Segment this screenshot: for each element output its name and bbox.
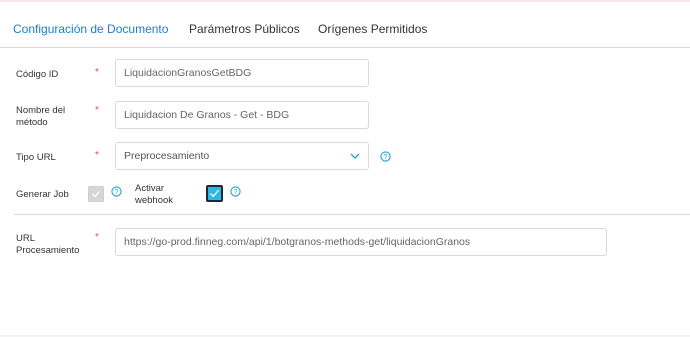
nombre-metodo-label-line2: método <box>16 117 48 128</box>
nombre-metodo-label-line1: Nombre del <box>16 105 66 116</box>
checkmark-icon <box>209 189 220 198</box>
top-accent-line <box>0 0 690 2</box>
tab-origenes-permitidos[interactable]: Orígenes Permitidos <box>318 22 427 36</box>
tab-bar: Configuración de Documento Parámetros Pú… <box>0 14 690 48</box>
tab-parametros-publicos[interactable]: Parámetros Públicos <box>189 22 300 36</box>
tipo-url-select[interactable]: Preprocesamiento <box>115 142 369 170</box>
chevron-down-icon <box>350 153 360 159</box>
tipo-url-help-icon[interactable]: ? <box>380 151 391 162</box>
nombre-metodo-input[interactable]: Liquidacion De Granos - Get - BDG <box>115 101 369 129</box>
required-mark: * <box>95 150 99 161</box>
tab-configuracion-documento[interactable]: Configuración de Documento <box>13 22 168 36</box>
generar-job-help-icon[interactable]: ? <box>111 186 122 197</box>
activar-webhook-label-line2: webhook <box>135 195 174 206</box>
generar-job-checkbox[interactable] <box>88 186 104 202</box>
generar-job-label: Generar Job <box>16 189 69 200</box>
url-procesamiento-label-line1: URL <box>16 233 36 244</box>
tipo-url-selected-value: Preprocesamiento <box>124 150 210 162</box>
required-mark: * <box>95 232 99 243</box>
svg-text:?: ? <box>234 189 238 196</box>
required-mark: * <box>95 67 99 78</box>
url-procesamiento-label-line2: Procesamiento <box>16 245 80 256</box>
activar-webhook-checkbox[interactable] <box>206 185 223 202</box>
svg-text:?: ? <box>115 189 119 196</box>
svg-text:?: ? <box>384 154 388 161</box>
codigo-id-label: Código ID <box>16 69 59 80</box>
required-mark: * <box>95 105 99 116</box>
activar-webhook-help-icon[interactable]: ? <box>230 186 241 197</box>
checkmark-icon <box>92 190 101 198</box>
codigo-id-input[interactable]: LiquidacionGranosGetBDG <box>115 59 369 87</box>
section-divider <box>14 214 690 215</box>
activar-webhook-label-line1: Activar <box>135 183 165 194</box>
tipo-url-label: Tipo URL <box>16 152 56 163</box>
url-procesamiento-input[interactable]: https://go-prod.finneg.com/api/1/botgran… <box>115 228 607 256</box>
